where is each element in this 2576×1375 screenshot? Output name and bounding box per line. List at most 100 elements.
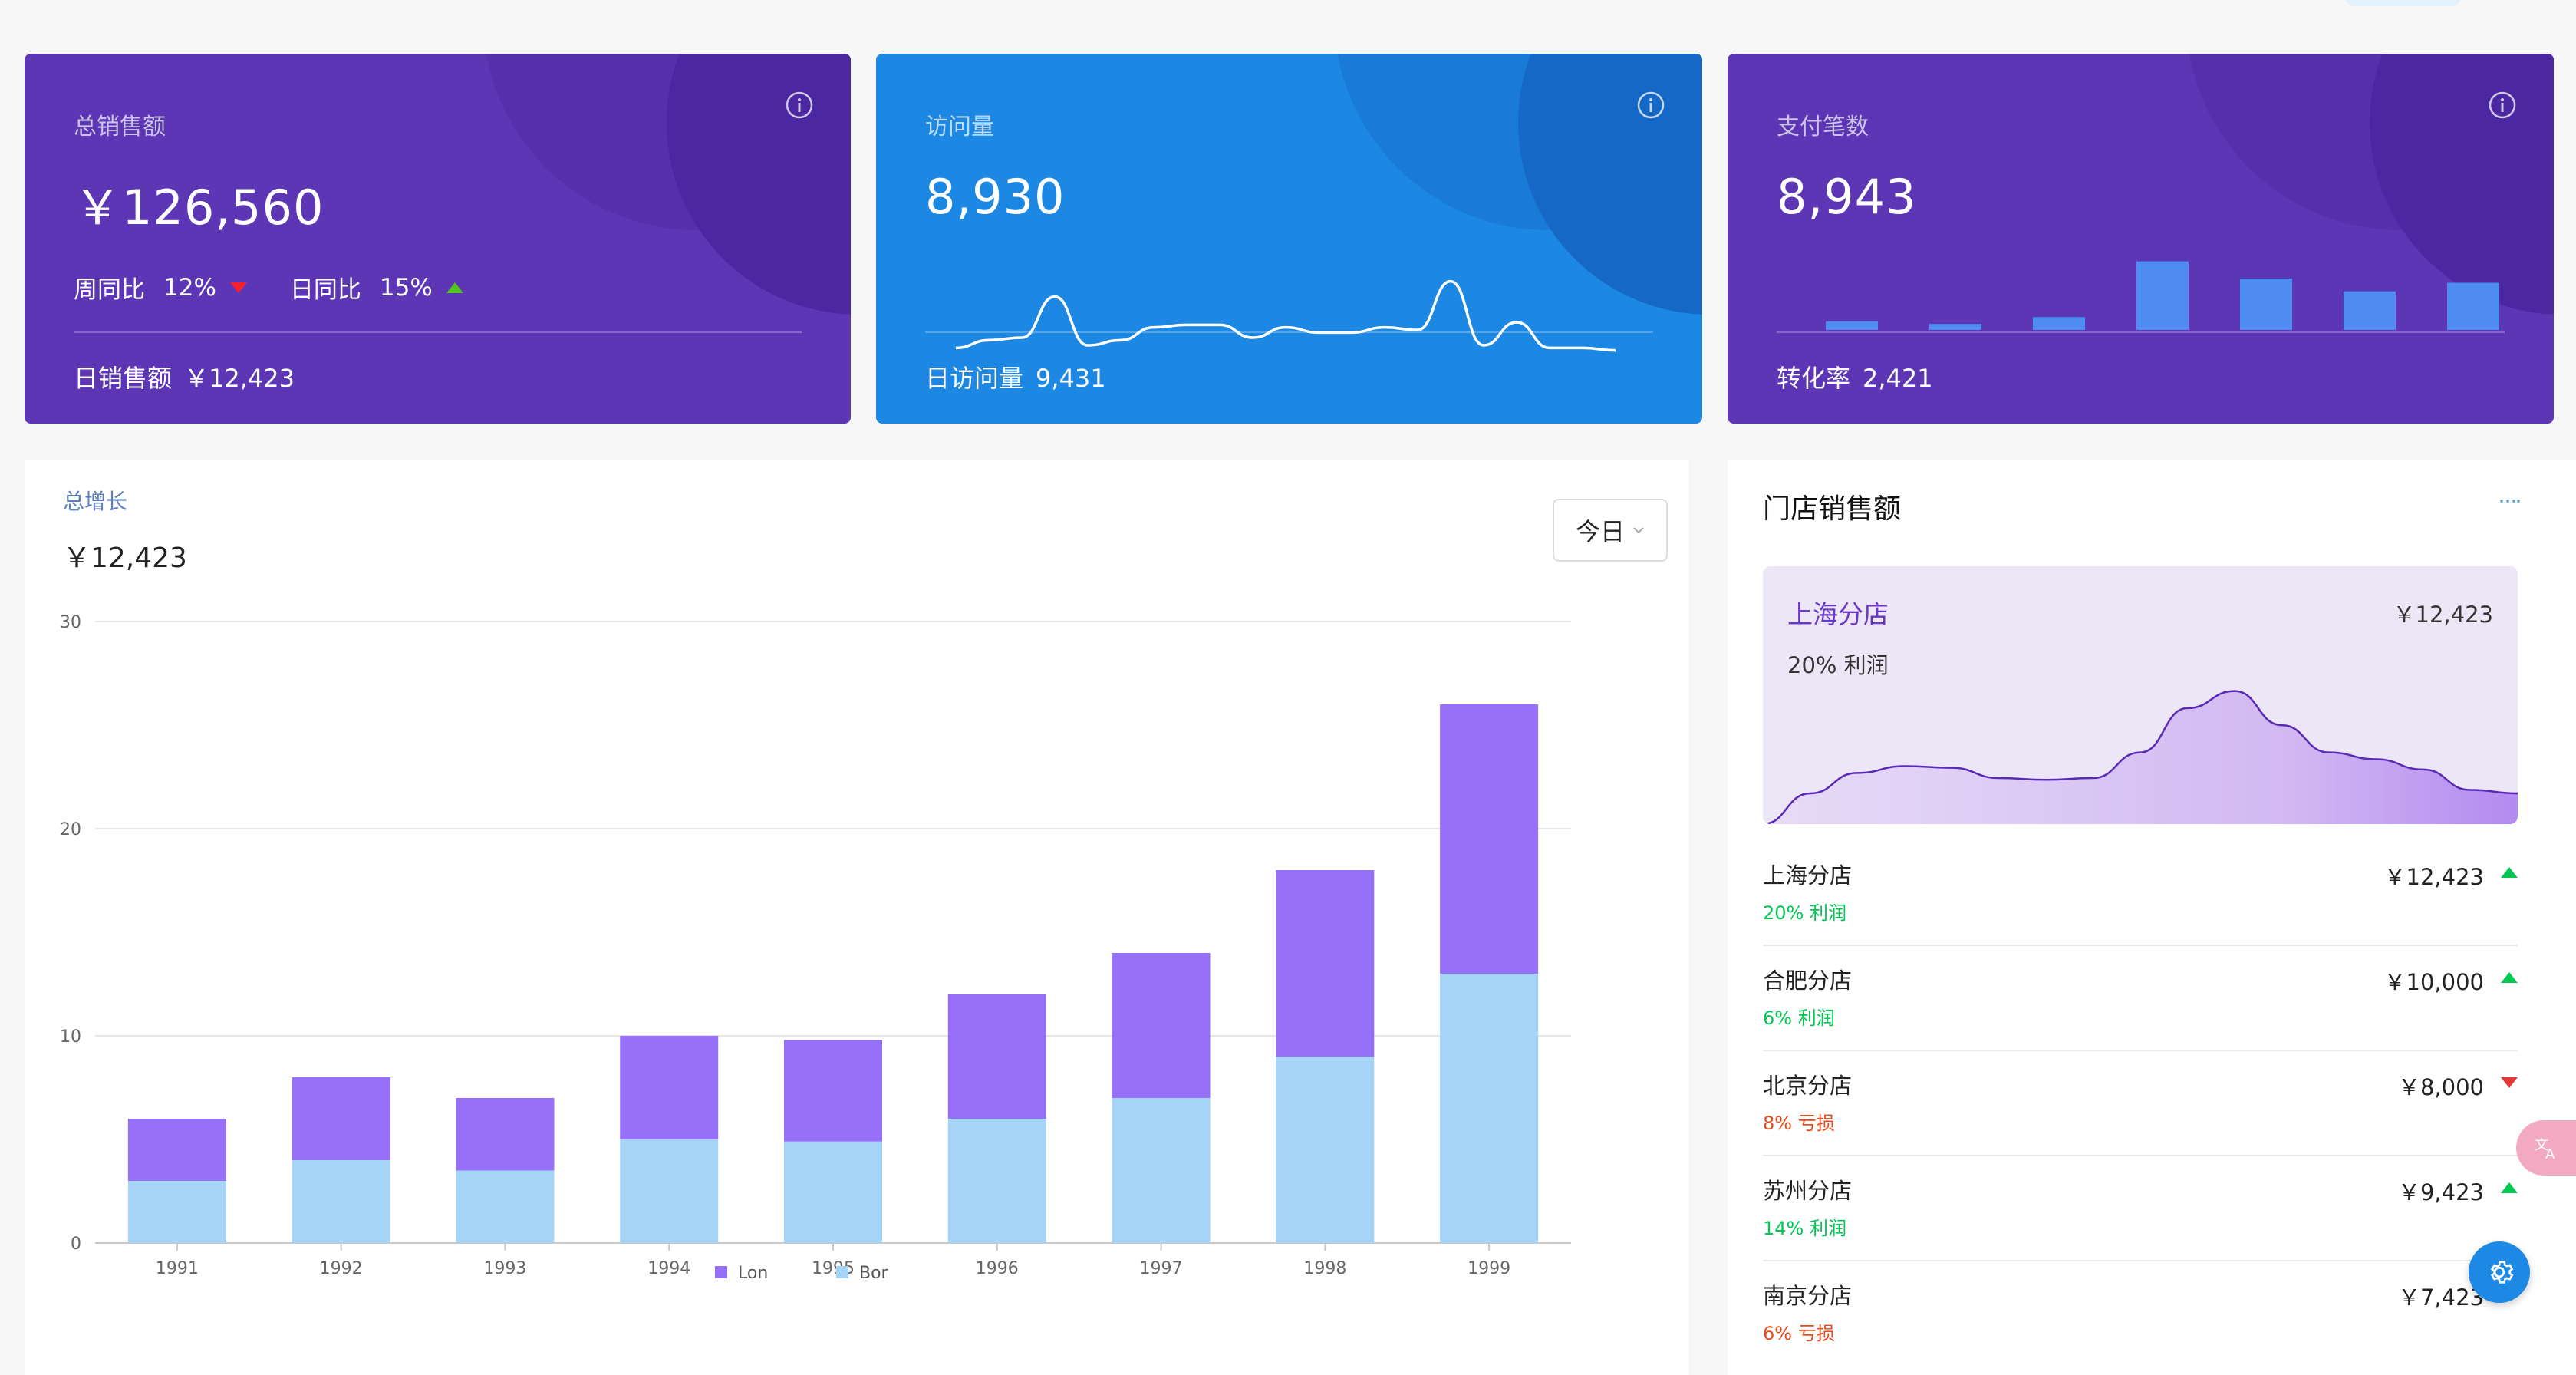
mini-bar (2344, 291, 2396, 330)
featured-store-value: ￥12,423 (2393, 602, 2493, 628)
bar-lon[interactable] (1276, 870, 1375, 1057)
growth-chart: 01020301991 1992 1993 1994 1995 1996 1997 1998 1… (60, 613, 1571, 1283)
card-value: 8,930 (925, 169, 1066, 225)
x-tick-label: 1993 (483, 1259, 526, 1278)
card-decoration (667, 54, 851, 315)
card-footer: 转化率 2,421 (1777, 359, 1933, 394)
legend-label[interactable]: Lon (738, 1264, 768, 1283)
top-strip (0, 0, 2576, 28)
area-fill (1763, 691, 2518, 824)
store-sales-title: 门店销售额 (1763, 493, 1902, 525)
card-payments: 支付笔数 8,943 转化率 2,421 (1728, 54, 2554, 424)
store-list-item[interactable]: 苏州分店 14% 利润 ￥9,423 (1763, 1156, 2518, 1261)
bar-bor[interactable] (292, 1160, 390, 1243)
y-tick-label: 20 (60, 820, 81, 839)
featured-store-card[interactable]: 上海分店 ￥12,423 20% 利润 (1763, 566, 2518, 824)
card-footer-label: 日访问量 (925, 364, 1024, 393)
info-icon[interactable] (785, 91, 814, 120)
trend-up-icon (2501, 972, 2518, 983)
x-tick-label: 1997 (1140, 1259, 1183, 1278)
x-tick-label: 1999 (1468, 1259, 1510, 1278)
bar-bor[interactable] (127, 1181, 226, 1243)
featured-store-name: 上海分店 (1787, 599, 1889, 629)
x-tick-label: 1994 (647, 1259, 690, 1278)
trend-value: 12% (163, 273, 216, 302)
more-icon[interactable] (2499, 499, 2521, 503)
svg-text:A: A (2545, 1146, 2555, 1162)
card-footer-value: ￥12,423 (184, 364, 295, 393)
card-divider (1777, 331, 2505, 333)
growth-label: 总增长 (63, 489, 128, 514)
y-tick-label: 0 (71, 1235, 81, 1254)
x-tick-label: 1996 (976, 1259, 1019, 1278)
gear-icon[interactable] (2469, 1241, 2530, 1303)
store-name: 北京分店 (1763, 1073, 1853, 1099)
header-pill[interactable] (2346, 0, 2461, 6)
trend-label: 日同比 (289, 276, 361, 304)
store-profit: 14% 利润 (1763, 1218, 1846, 1239)
card-label: 支付笔数 (1777, 114, 1869, 140)
bar-bor[interactable] (456, 1170, 555, 1244)
bar-bor[interactable] (947, 1119, 1046, 1243)
bar-lon[interactable] (456, 1098, 555, 1171)
store-profit: 8% 亏损 (1763, 1113, 1835, 1134)
translate-glyph: 文 A (2535, 1137, 2555, 1162)
sparkline-line (955, 279, 1616, 352)
chevron-down-icon (1633, 527, 1644, 534)
store-name: 南京分店 (1763, 1283, 1853, 1309)
card-visits: 访问量 8,930 日访问量 9,431 (876, 54, 1702, 424)
store-list-item[interactable]: 南京分店 6% 亏损 ￥7,423 (1763, 1261, 2518, 1365)
bar-lon[interactable] (292, 1077, 390, 1160)
card-value: 8,943 (1777, 169, 1917, 225)
translate-icon[interactable]: 文 A (2516, 1120, 2576, 1176)
mini-bar (2447, 282, 2499, 330)
card-footer-label: 转化率 (1777, 364, 1851, 393)
legend-label[interactable]: Bor (859, 1264, 889, 1283)
mini-bar (1929, 324, 1981, 330)
card-total-sales: 总销售额 ￥126,560 周同比 12% 日同比 15% 日销售额 ￥12,42… (25, 54, 851, 424)
mini-bar (2136, 261, 2189, 330)
x-tick-label: 1991 (156, 1259, 199, 1278)
store-list-item[interactable]: 合肥分店 6% 利润 ￥10,000 (1763, 946, 2518, 1051)
card-divider (925, 331, 1653, 333)
x-tick-label: 1998 (1303, 1259, 1346, 1278)
legend-swatch (715, 1266, 727, 1278)
period-select[interactable]: 今日 (1553, 499, 1668, 562)
growth-panel: 总增长 ￥12,423 今日 0 10 20 30 1991 1992 1993 1994 19… (25, 460, 1689, 1375)
legend-swatch (836, 1266, 848, 1278)
store-value: ￥10,000 (2383, 969, 2484, 995)
bar-lon[interactable] (947, 994, 1046, 1119)
bar-lon[interactable] (784, 1040, 882, 1142)
info-icon[interactable] (2488, 91, 2517, 120)
bar-lon[interactable] (127, 1119, 226, 1181)
y-tick-label: 30 (60, 613, 81, 632)
bar-bor[interactable] (784, 1141, 882, 1243)
bar-bor[interactable] (1440, 974, 1539, 1243)
trend-row: 周同比 12% 日同比 15% (74, 270, 463, 305)
gear-glyph (2490, 1261, 2514, 1284)
bar-bor[interactable] (1276, 1057, 1375, 1243)
mini-bar (2033, 317, 2085, 330)
card-value: ￥126,560 (74, 180, 324, 236)
store-name: 苏州分店 (1763, 1178, 1853, 1204)
card-footer: 日销售额 ￥12,423 (74, 359, 295, 394)
store-value: ￥9,423 (2397, 1179, 2484, 1205)
store-list: 上海分店 20% 利润 ￥12,423 合肥分店 6% 利润 ￥10,000 北京分店 8% … (1763, 841, 2518, 1365)
store-list-item[interactable]: 上海分店 20% 利润 ￥12,423 (1763, 841, 2518, 946)
bar-bor[interactable] (620, 1139, 719, 1243)
store-profit: 6% 利润 (1763, 1007, 1835, 1029)
store-name: 合肥分店 (1763, 968, 1853, 994)
card-footer: 日访问量 9,431 (925, 359, 1106, 394)
info-icon[interactable] (1636, 91, 1665, 120)
payments-minibars (1826, 261, 2499, 330)
bar-lon[interactable] (1112, 953, 1211, 1098)
trend-up-icon (2501, 867, 2518, 878)
store-value: ￥8,000 (2397, 1074, 2484, 1100)
store-list-item[interactable]: 北京分店 8% 亏损 ￥8,000 (1763, 1051, 2518, 1156)
bar-lon[interactable] (620, 1036, 719, 1139)
store-value: ￥12,423 (2383, 864, 2484, 890)
bar-bor[interactable] (1112, 1098, 1211, 1243)
x-tick-label: 1992 (320, 1259, 363, 1278)
bar-lon[interactable] (1440, 704, 1539, 974)
trend-down-icon (2501, 1077, 2518, 1088)
